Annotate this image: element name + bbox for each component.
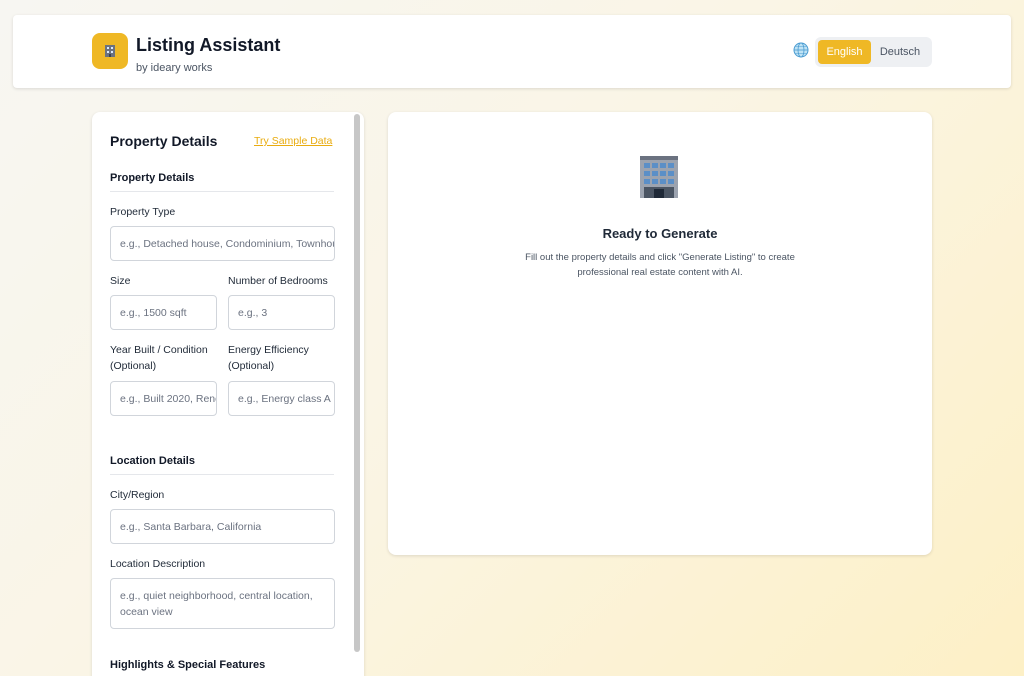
- energy-efficiency-label-line2: (Optional): [228, 360, 275, 372]
- language-switch: English Deutsch: [815, 37, 932, 67]
- form-scrollbar[interactable]: [354, 114, 360, 652]
- ready-to-generate-title: Ready to Generate: [602, 226, 718, 241]
- property-form-panel: Property Details Try Sample Data Propert…: [92, 112, 364, 676]
- property-type-label: Property Type: [110, 206, 176, 218]
- location-description-textarea[interactable]: e.g., quiet neighborhood, central locati…: [110, 578, 335, 629]
- highlights-section-heading: Highlights & Special Features: [110, 659, 266, 671]
- energy-efficiency-input[interactable]: e.g., Energy class A: [228, 381, 335, 416]
- globe-icon: [793, 42, 809, 58]
- section-divider: [110, 191, 334, 192]
- city-region-label: City/Region: [110, 489, 165, 501]
- bedrooms-input[interactable]: e.g., 3: [228, 295, 335, 330]
- building-icon: [105, 45, 115, 57]
- location-description-label: Location Description: [110, 558, 206, 570]
- section-divider: [110, 474, 334, 475]
- year-built-label-line1: Year Built / Condition: [110, 344, 208, 356]
- size-label: Size: [110, 275, 131, 287]
- try-sample-data-link[interactable]: Try Sample Data: [254, 135, 332, 147]
- app-title: Listing Assistant: [136, 35, 281, 55]
- energy-efficiency-label-line1: Energy Efficiency: [228, 344, 309, 356]
- language-english-button[interactable]: English: [818, 40, 871, 64]
- language-deutsch-button[interactable]: Deutsch: [871, 40, 929, 64]
- year-built-label-line2: (Optional): [110, 360, 157, 372]
- location-section-heading: Location Details: [110, 455, 195, 467]
- form-panel-title: Property Details: [110, 133, 218, 149]
- ready-to-generate-description: Fill out the property details and click …: [525, 252, 795, 278]
- app-header: Listing Assistant by ideary works Englis…: [13, 15, 1011, 88]
- energy-efficiency-label: Energy Efficiency (Optional): [228, 342, 309, 374]
- city-region-input[interactable]: e.g., Santa Barbara, California: [110, 509, 335, 544]
- office-building-icon: [640, 156, 678, 198]
- app-subtitle: by ideary works: [136, 62, 213, 74]
- size-input[interactable]: e.g., 1500 sqft: [110, 295, 217, 330]
- year-built-label: Year Built / Condition (Optional): [110, 342, 208, 374]
- property-type-input[interactable]: e.g., Detached house, Condominium, Townh…: [110, 226, 335, 261]
- property-section-heading: Property Details: [110, 172, 195, 184]
- bedrooms-label: Number of Bedrooms: [228, 275, 328, 287]
- app-logo: [92, 33, 128, 69]
- year-built-input[interactable]: e.g., Built 2020, Renovated: [110, 381, 217, 416]
- preview-panel: Ready to Generate Fill out the property …: [388, 112, 932, 555]
